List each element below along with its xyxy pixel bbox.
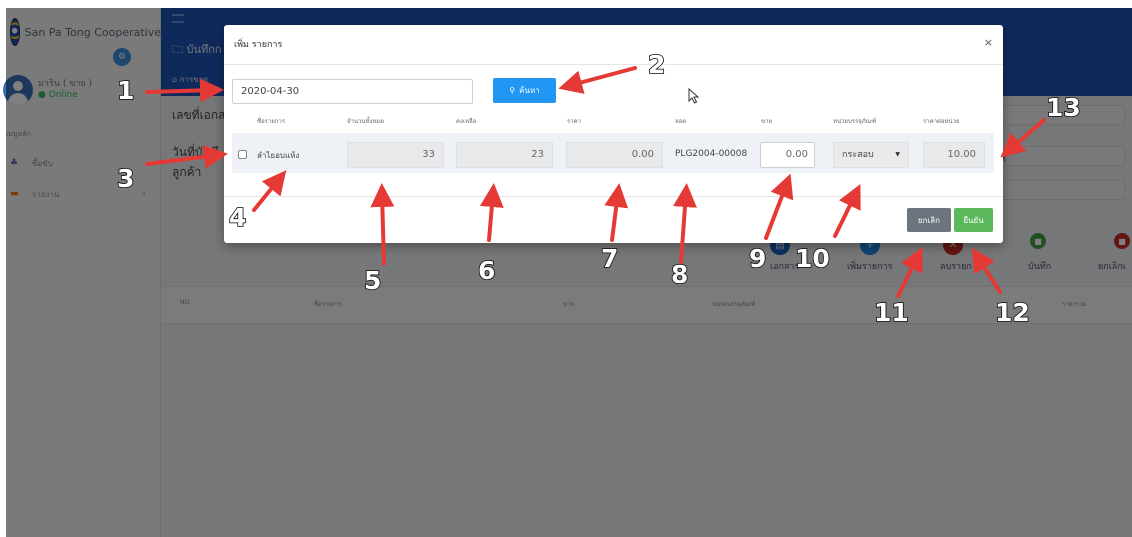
col-header-name: ชื่อรายการ [257, 118, 286, 125]
cancel-button[interactable]: ยกเลิก [907, 208, 951, 232]
price-field: 0.00 [566, 142, 663, 168]
annotation-11: 11 [873, 298, 909, 327]
annotation-1: 1 [116, 76, 135, 105]
col-header-unit-price: ราคาต่อหน่วย [923, 118, 960, 125]
modal-title: เพิ่ม รายการ [234, 40, 283, 50]
annotation-10: 10 [794, 244, 830, 273]
add-item-modal: เพิ่ม รายการ × 2020-04-30 ⚲ ค้นหา ชื่อรา… [224, 25, 1003, 243]
lot-number: PLG2004-00008 [675, 149, 748, 159]
annotation-13: 13 [1045, 93, 1081, 122]
unit-select-value: กระสอบ [842, 150, 874, 160]
search-button-label: ค้นหา [519, 86, 540, 95]
modal-footer-divider [224, 196, 1003, 197]
annotation-3: 3 [116, 164, 135, 193]
total-qty-field: 33 [347, 142, 444, 168]
unit-price-field: 10.00 [923, 142, 985, 168]
annotation-5: 5 [363, 266, 382, 295]
date-input[interactable]: 2020-04-30 [232, 79, 473, 104]
row-checkbox[interactable] [238, 150, 247, 159]
close-icon[interactable]: × [984, 36, 993, 49]
confirm-button[interactable]: ยืนยัน [954, 208, 993, 232]
annotation-8: 8 [670, 260, 689, 289]
row-item-name: ลำไยอบแห้ง [257, 151, 300, 160]
search-button[interactable]: ⚲ ค้นหา [493, 78, 556, 103]
modal-divider [224, 64, 1003, 65]
col-header-unit: หน่วยบรรจุภัณฑ์ [833, 118, 877, 125]
remaining-field: 23 [456, 142, 553, 168]
annotation-7: 7 [600, 244, 619, 273]
annotation-9: 9 [748, 244, 767, 273]
annotation-6: 6 [477, 256, 496, 285]
annotation-12: 12 [994, 298, 1030, 327]
screenshot-root: San Pa Tong Cooperative ⚙ มาริน ( ขาย ) … [0, 0, 1132, 537]
col-header-total: จำนวนทั้งหมด [347, 118, 385, 125]
sell-quantity-input[interactable]: 0.00 [760, 142, 815, 168]
col-header-remaining: คงเหลือ [456, 118, 477, 125]
unit-select[interactable]: กระสอบ ▼ [833, 142, 909, 168]
search-icon: ⚲ [509, 86, 516, 95]
col-header-sell: ขาย [761, 118, 772, 125]
mouse-cursor-icon [688, 88, 700, 104]
caret-down-icon: ▼ [895, 151, 900, 158]
col-header-lot: ลอต [675, 118, 687, 125]
col-header-price: ราคา [567, 118, 581, 125]
annotation-4: 4 [228, 203, 247, 232]
annotation-2: 2 [647, 50, 666, 79]
